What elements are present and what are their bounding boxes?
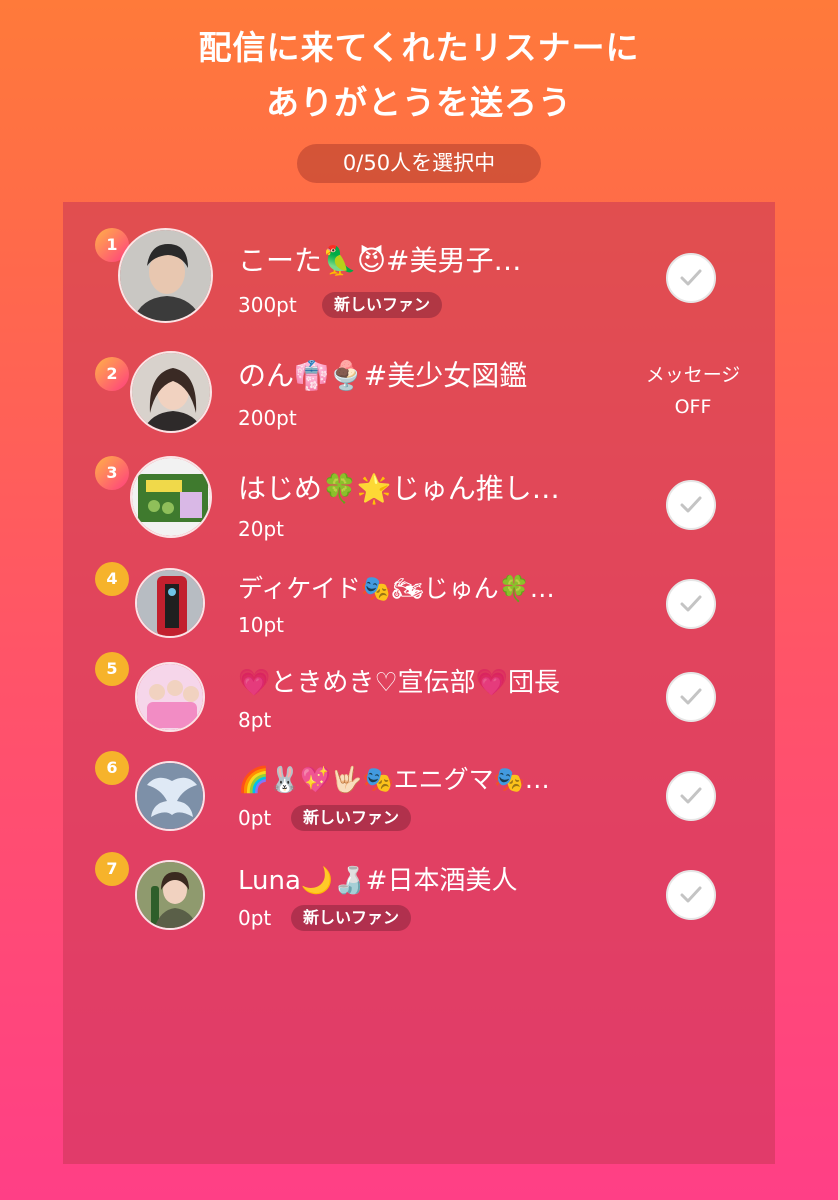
- message-off-status: メッセージ OFF: [633, 359, 753, 423]
- page-title: 配信に来てくれたリスナーに ありがとうを送ろう: [0, 20, 838, 130]
- listener-name: 🌈🐰💖🤟🏻🎭エニグマ🎭…: [238, 765, 550, 794]
- check-icon: [680, 886, 702, 903]
- new-fan-badge: 新しいファン: [291, 905, 412, 931]
- check-icon: [680, 787, 702, 804]
- listener-points: 200pt: [238, 406, 297, 430]
- listener-points: 10pt: [238, 613, 284, 637]
- listener-name: こーた🦜😈#美男子…: [238, 244, 522, 277]
- message-off-value: OFF: [674, 396, 712, 418]
- rank-badge: 6: [95, 751, 129, 785]
- select-checkbox[interactable]: [666, 579, 716, 629]
- listener-name: のん👘🍨#美少女図鑑: [238, 359, 528, 392]
- new-fan-badge: 新しいファン: [291, 805, 412, 831]
- list-item[interactable]: 2 のん👘🍨#美少女図鑑 200pt メッセージ OFF: [63, 345, 775, 445]
- avatar: [135, 662, 205, 732]
- avatar: [135, 761, 205, 831]
- check-icon: [680, 269, 702, 286]
- select-checkbox[interactable]: [666, 480, 716, 530]
- check-icon: [680, 595, 702, 612]
- rank-badge: 7: [95, 852, 129, 886]
- message-off-label: メッセージ: [645, 364, 741, 386]
- listener-name: ディケイド🎭🏍じゅん🍀…: [238, 574, 555, 603]
- list-item[interactable]: 4 ディケイド🎭🏍じゅん🍀… 10pt: [63, 562, 775, 662]
- select-checkbox[interactable]: [666, 771, 716, 821]
- listener-name: 💗ときめき♡宣伝部💗団長: [238, 668, 561, 698]
- rank-badge: 3: [95, 456, 129, 490]
- list-item[interactable]: 1 こーた🦜😈#美男子… 300pt 新しいファン: [63, 216, 775, 323]
- listener-list: 1 こーた🦜😈#美男子… 300pt 新しいファン 2 のん�: [63, 202, 775, 1164]
- list-item[interactable]: 6 🌈🐰💖🤟🏻🎭エニグマ🎭… 0pt 新しいファン: [63, 749, 775, 849]
- title-line-1: 配信に来てくれたリスナーに: [198, 28, 640, 67]
- rank-badge: 2: [95, 357, 129, 391]
- selection-counter: 0/50人を選択中: [297, 144, 541, 183]
- select-checkbox[interactable]: [666, 253, 716, 303]
- avatar: [135, 860, 205, 930]
- new-fan-badge: 新しいファン: [322, 292, 443, 318]
- listener-points: 0pt: [238, 906, 272, 930]
- title-line-2: ありがとうを送ろう: [266, 83, 572, 122]
- avatar: [118, 228, 213, 323]
- listener-name: はじめ🍀🌟じゅん推し…: [238, 472, 560, 505]
- rank-badge: 4: [95, 562, 129, 596]
- listener-points: 8pt: [238, 708, 272, 732]
- list-item[interactable]: 3 はじめ🍀🌟じゅん推し… 20pt: [63, 454, 775, 554]
- check-icon: [680, 496, 702, 513]
- check-icon: [680, 688, 702, 705]
- rank-badge: 5: [95, 652, 129, 686]
- listener-points: 0pt: [238, 806, 272, 830]
- select-checkbox[interactable]: [666, 672, 716, 722]
- select-checkbox[interactable]: [666, 870, 716, 920]
- listener-name: Luna🌙🍶#日本酒美人: [238, 866, 518, 896]
- list-item[interactable]: 7 Luna🌙🍶#日本酒美人 0pt 新しいファン: [63, 850, 775, 950]
- avatar: [135, 568, 205, 638]
- avatar: [130, 456, 212, 538]
- listener-points: 20pt: [238, 517, 284, 541]
- listener-points: 300pt: [238, 293, 297, 317]
- avatar: [130, 351, 212, 433]
- list-item[interactable]: 5 💗ときめき♡宣伝部💗団長 8pt: [63, 652, 775, 752]
